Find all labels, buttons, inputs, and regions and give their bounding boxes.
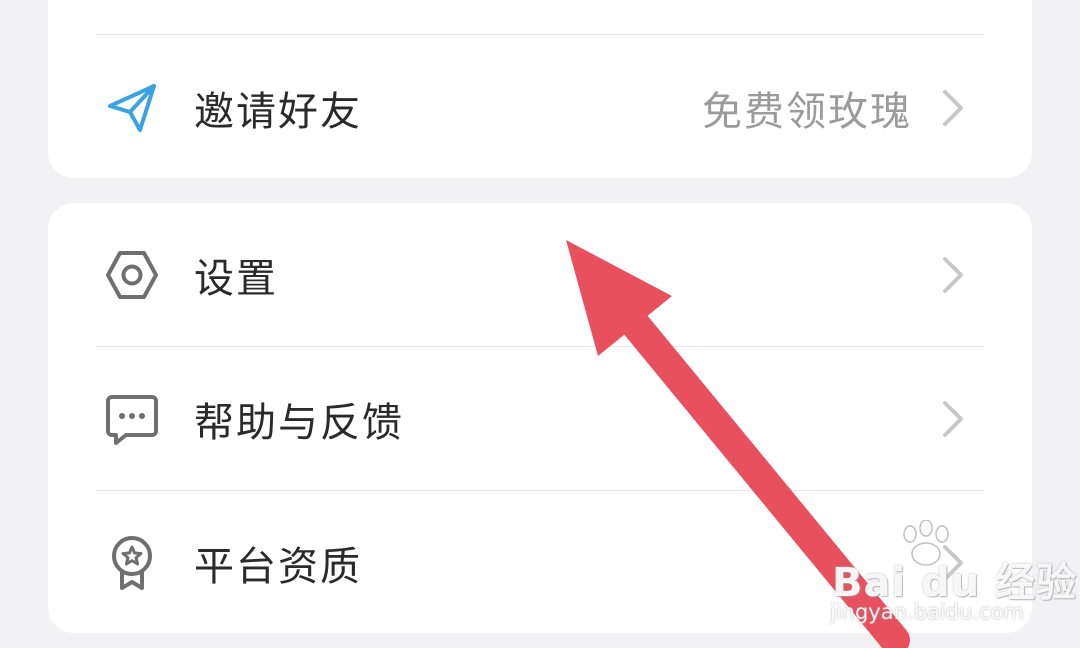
divider <box>96 346 984 347</box>
menu-item-label: 平台资质 <box>194 544 362 590</box>
chevron-right-icon <box>940 255 966 295</box>
menu-item-label: 邀请好友 <box>194 89 362 135</box>
menu-item-hint: 免费领玫瑰 <box>702 89 912 135</box>
award-badge-icon <box>104 535 160 591</box>
menu-item-label: 帮助与反馈 <box>194 400 404 446</box>
menu-item-help-feedback[interactable]: 帮助与反馈 <box>48 349 1032 489</box>
divider <box>96 34 984 35</box>
menu-item-platform-credentials[interactable]: 平台资质 <box>48 493 1032 633</box>
paper-plane-icon <box>104 80 160 136</box>
chevron-right-icon <box>940 88 966 128</box>
chevron-right-icon <box>940 543 966 583</box>
menu-card-top: 邀请好友 免费领玫瑰 <box>48 0 1032 178</box>
divider <box>96 490 984 491</box>
chat-bubble-icon <box>104 391 160 447</box>
settings-hexagon-icon <box>104 247 160 303</box>
menu-card-bottom: 设置 帮助与反馈 平台资质 <box>48 203 1032 633</box>
menu-item-settings[interactable]: 设置 <box>48 205 1032 345</box>
menu-item-label: 设置 <box>194 256 278 302</box>
chevron-right-icon <box>940 399 966 439</box>
menu-item-invite-friends[interactable]: 邀请好友 免费领玫瑰 <box>48 38 1032 178</box>
